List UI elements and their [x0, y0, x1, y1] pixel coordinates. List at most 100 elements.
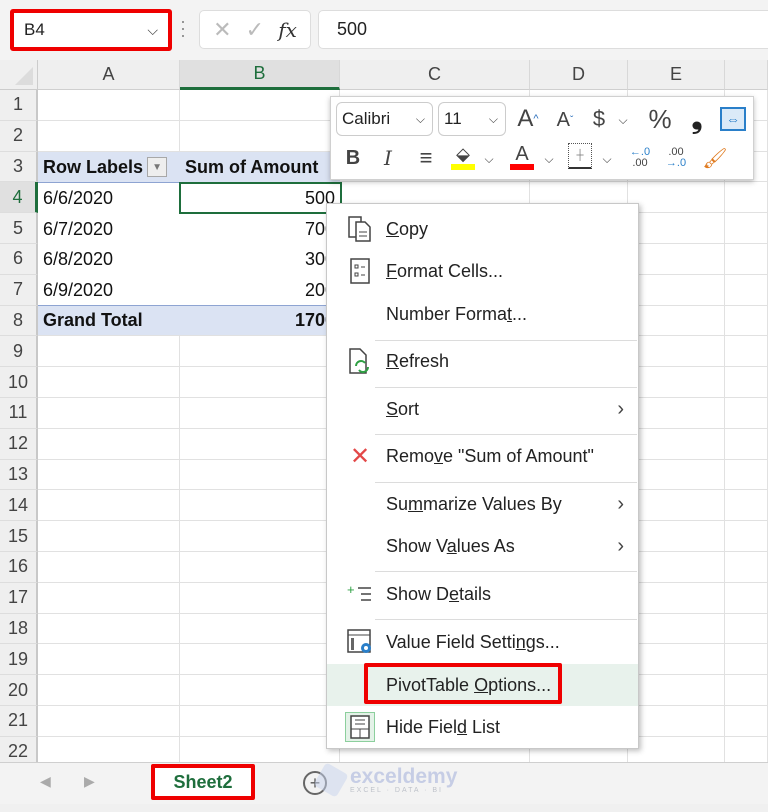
menu-item-show-details[interactable]: + Show Details [327, 573, 638, 615]
cell[interactable] [725, 182, 768, 214]
cell[interactable] [180, 582, 340, 614]
cell[interactable] [38, 367, 180, 398]
menu-item-copy[interactable]: Copy [327, 208, 638, 250]
cell[interactable] [180, 90, 340, 121]
merge-center-icon[interactable]: ⇔ [720, 107, 746, 131]
cell[interactable] [628, 706, 725, 737]
column-header-d[interactable]: D [530, 60, 628, 90]
increase-decimal-icon[interactable]: ←.0.00 [625, 143, 655, 173]
cell[interactable] [628, 244, 725, 275]
decrease-font-size-icon[interactable]: Aˇ [551, 105, 579, 135]
cell[interactable] [628, 367, 725, 398]
cell[interactable] [38, 613, 180, 645]
cell[interactable] [180, 398, 340, 429]
cell[interactable] [628, 428, 725, 460]
row-header-20[interactable]: 20 [0, 675, 38, 706]
row-header-15[interactable]: 15 [0, 521, 38, 552]
cell[interactable] [180, 120, 340, 152]
row-header-21[interactable]: 21 [0, 706, 38, 737]
cell[interactable] [180, 367, 340, 398]
cell[interactable] [628, 582, 725, 614]
cell[interactable] [628, 459, 725, 491]
row-header-8[interactable]: 8 [0, 305, 38, 337]
row-header-11[interactable]: 11 [0, 398, 38, 429]
borders-icon[interactable]: ┼ [568, 143, 592, 169]
row-header-5[interactable]: 5 [0, 213, 38, 244]
pivot-row-label[interactable]: 6/8/2020 [38, 244, 180, 275]
cell[interactable] [628, 398, 725, 429]
cell[interactable] [725, 644, 768, 676]
cell[interactable] [725, 244, 768, 275]
bold-button[interactable]: B [341, 143, 365, 173]
cell[interactable] [628, 552, 725, 583]
scroll-left-icon[interactable]: ◀ [40, 773, 51, 790]
align-center-icon[interactable]: ≡ [413, 143, 439, 173]
chevron-down-icon[interactable]: ⌵ [481, 147, 497, 171]
cell[interactable] [628, 336, 725, 368]
row-header-13[interactable]: 13 [0, 459, 38, 491]
font-size-select[interactable]: 11 ⌵ [438, 102, 506, 136]
cell[interactable] [180, 521, 340, 552]
cell[interactable] [725, 336, 768, 368]
row-header-4[interactable]: 4 [0, 182, 38, 214]
column-header-c[interactable]: C [340, 60, 530, 90]
menu-item-value-field-settings[interactable]: Value Field Settings... [327, 621, 638, 663]
cell[interactable] [628, 613, 725, 645]
cell[interactable] [38, 336, 180, 368]
menu-item-format-cells[interactable]: Format Cells... [327, 250, 638, 292]
pivot-sum-header[interactable]: Sum of Amount [180, 152, 340, 183]
accounting-format-icon[interactable]: $ [587, 103, 611, 135]
cell[interactable] [38, 675, 180, 706]
cell[interactable] [725, 274, 768, 306]
row-header-10[interactable]: 10 [0, 367, 38, 398]
cancel-icon[interactable]: ✕ [213, 17, 231, 43]
row-header-7[interactable]: 7 [0, 274, 38, 306]
cell[interactable] [38, 521, 180, 552]
row-header-19[interactable]: 19 [0, 644, 38, 676]
cell[interactable] [628, 521, 725, 552]
cell[interactable] [180, 644, 340, 676]
font-name-select[interactable]: Calibri ⌵ [336, 102, 433, 136]
font-color-icon[interactable]: A [508, 141, 536, 173]
cell[interactable] [725, 367, 768, 398]
cell[interactable] [628, 274, 725, 306]
cell[interactable] [38, 90, 180, 121]
column-header-next[interactable] [725, 60, 768, 90]
cell[interactable] [180, 552, 340, 583]
increase-font-size-icon[interactable]: A ^ [513, 103, 543, 135]
row-header-2[interactable]: 2 [0, 120, 38, 152]
cell[interactable] [38, 552, 180, 583]
pivot-value[interactable]: 300 [180, 244, 340, 275]
pivot-row-label[interactable]: 6/9/2020 [38, 275, 180, 306]
cell[interactable] [628, 182, 725, 214]
menu-item-number-format[interactable]: Number Format... [327, 293, 638, 335]
pivot-row-label[interactable]: 6/6/2020 [38, 183, 180, 214]
pivot-value[interactable]: 200 [180, 275, 340, 306]
menu-item-show-values-as[interactable]: Show Values As › [327, 525, 638, 567]
column-header-b[interactable]: B [180, 60, 340, 90]
format-painter-icon[interactable]: 🖌 [701, 143, 729, 173]
cell[interactable] [180, 613, 340, 645]
pivot-value[interactable]: 700 [180, 214, 340, 245]
menu-item-sort[interactable]: Sort › [327, 388, 638, 430]
cell[interactable] [628, 213, 725, 244]
select-all-button[interactable] [0, 60, 38, 90]
more-options-icon[interactable]: · · · [180, 12, 186, 44]
chevron-down-icon[interactable]: ⌵ [147, 22, 158, 39]
pivot-row-label[interactable]: 6/7/2020 [38, 214, 180, 245]
cell[interactable] [725, 305, 768, 337]
column-header-e[interactable]: E [628, 60, 725, 90]
comma-style-icon[interactable]: ❟ [685, 103, 709, 135]
italic-button[interactable]: I [376, 143, 400, 173]
cell[interactable] [628, 305, 725, 337]
sheet-tab-sheet2[interactable]: Sheet2 [151, 764, 255, 800]
cell[interactable] [180, 490, 340, 522]
cell[interactable] [628, 644, 725, 676]
cell[interactable] [628, 490, 725, 522]
row-header-14[interactable]: 14 [0, 490, 38, 522]
cell[interactable] [38, 459, 180, 491]
row-header-12[interactable]: 12 [0, 428, 38, 460]
column-header-a[interactable]: A [38, 60, 180, 90]
cell[interactable] [38, 428, 180, 460]
cell[interactable] [725, 459, 768, 491]
